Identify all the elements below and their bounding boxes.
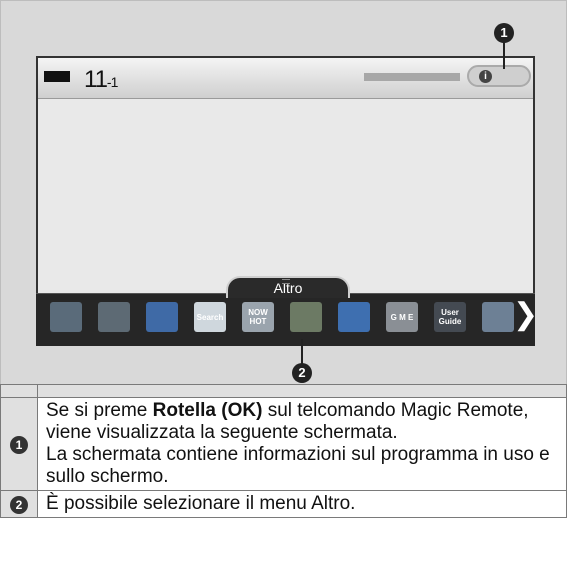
channel-number: 11-1 bbox=[84, 66, 118, 94]
legend-table: 1 Se si preme Rotella (OK) sul telcomand… bbox=[0, 384, 567, 518]
more-menu-tab[interactable]: Altro bbox=[226, 276, 350, 298]
callout-marker-2: 2 bbox=[292, 363, 312, 383]
info-icon: i bbox=[479, 70, 492, 83]
legend-row-2: 2 È possibile selezionare il menu Altro. bbox=[0, 490, 567, 518]
callout-marker-1: 1 bbox=[494, 23, 514, 43]
search-icon[interactable]: Search bbox=[194, 302, 226, 332]
callout-line-1 bbox=[503, 41, 505, 69]
app-store-icon[interactable] bbox=[482, 302, 514, 332]
settings-gear-icon[interactable] bbox=[98, 302, 130, 332]
program-progress-bar bbox=[364, 73, 460, 81]
screen-illustration: 11-1 i Altro Search NOW HOT G M E User Guid… bbox=[0, 0, 567, 385]
callout-line-2 bbox=[301, 339, 303, 365]
tv-remote-icon[interactable] bbox=[50, 302, 82, 332]
now-hot-icon[interactable]: NOW HOT bbox=[242, 302, 274, 332]
legend-row1-text-c: La schermata contiene informazioni sul p… bbox=[46, 444, 550, 487]
legend-marker-2: 2 bbox=[10, 496, 28, 514]
chevron-right-icon[interactable]: ❯ bbox=[513, 300, 538, 330]
legend-row1-bold: Rotella (OK) bbox=[152, 400, 263, 421]
smart-share-icon[interactable] bbox=[290, 302, 322, 332]
launcher-bar: Altro Search NOW HOT G M E User Guide ❯ bbox=[36, 276, 538, 346]
globe-icon[interactable] bbox=[146, 302, 178, 332]
info-button[interactable]: i bbox=[467, 65, 531, 87]
legend-row-1: 1 Se si preme Rotella (OK) sul telcomand… bbox=[0, 397, 567, 491]
user-guide-icon[interactable]: User Guide bbox=[434, 302, 466, 332]
channel-number-main: 11 bbox=[84, 66, 108, 93]
clock-icon[interactable] bbox=[338, 302, 370, 332]
legend-row1-text: Se si preme bbox=[46, 400, 153, 421]
legend-row-spacer bbox=[0, 384, 567, 398]
legend-marker-1: 1 bbox=[10, 436, 28, 454]
channel-indicator-icon bbox=[44, 71, 70, 82]
game-icon[interactable]: G M E bbox=[386, 302, 418, 332]
channel-info-bar: 11-1 i bbox=[38, 58, 533, 99]
channel-number-sub: -1 bbox=[106, 74, 118, 90]
legend-row2-text: È possibile selezionare il menu Altro. bbox=[37, 490, 567, 518]
